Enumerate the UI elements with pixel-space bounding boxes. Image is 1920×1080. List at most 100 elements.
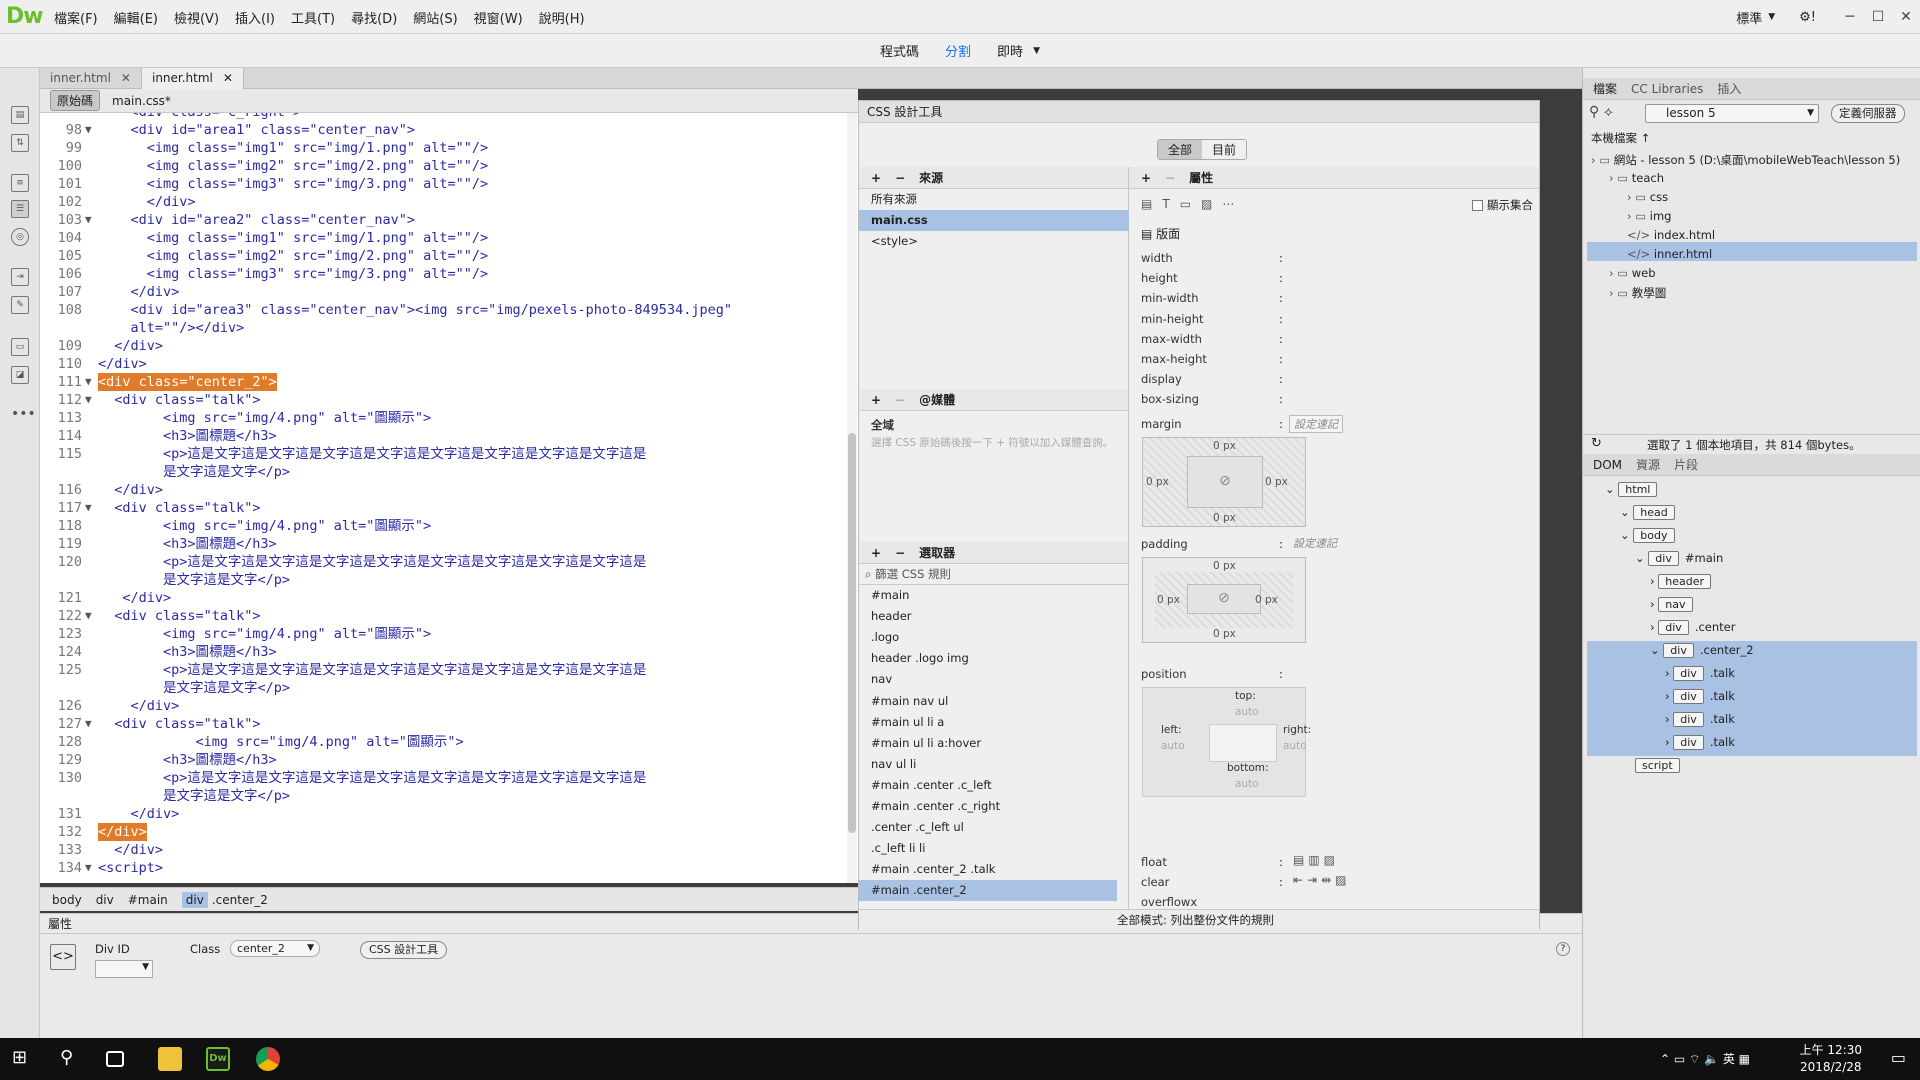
dom-node[interactable]: › div .center	[1650, 620, 1735, 635]
layout-prop-colon[interactable]: :	[1279, 291, 1283, 305]
view-live-button[interactable]: 即時	[997, 41, 1023, 60]
fold-arrow-icon[interactable]: ▼	[85, 859, 92, 877]
system-tray-icons[interactable]: ⌃ ▭ ⌔ 🔈 英 ▦	[1660, 1050, 1750, 1067]
chevron-icon[interactable]: ⌄	[1620, 528, 1633, 542]
file-tree-item[interactable]: › ▭ 教學圖	[1609, 285, 1666, 301]
dom-node[interactable]: › div .talk	[1665, 712, 1735, 727]
file-tree-item[interactable]: › ▭ teach	[1609, 171, 1664, 185]
position-left-value[interactable]: auto	[1161, 740, 1185, 752]
position-right-value[interactable]: auto	[1283, 740, 1307, 752]
layout-prop-colon[interactable]: :	[1279, 312, 1283, 326]
chevron-icon[interactable]: ⌄	[1620, 505, 1633, 519]
view-code-button[interactable]: 程式碼	[880, 41, 919, 60]
mode-all-button[interactable]: 全部	[1158, 140, 1203, 159]
clock[interactable]: 上午 12:30 2018/2/28	[1800, 1042, 1862, 1076]
dom-node[interactable]: › div .talk	[1665, 666, 1735, 681]
file-explorer-icon[interactable]	[158, 1047, 182, 1071]
source-all[interactable]: 所有來源	[859, 189, 1129, 210]
selector-item[interactable]: #main	[859, 585, 1117, 606]
media-global[interactable]: 全域	[871, 417, 894, 433]
dom-node[interactable]: › nav	[1650, 597, 1699, 612]
dom-node[interactable]: ⌄ div #main	[1635, 551, 1723, 566]
chevron-icon[interactable]: ⌄	[1650, 643, 1663, 657]
workspace-switcher[interactable]: 標準	[1736, 8, 1762, 27]
dom-node[interactable]: ⌄ head	[1620, 505, 1681, 520]
file-tree-item[interactable]: › ▭ img	[1627, 209, 1671, 223]
selector-item[interactable]: #main nav ul	[859, 691, 1117, 712]
main-css-file-link[interactable]: main.css*	[112, 94, 171, 108]
css-designer-button[interactable]: CSS 設計工具	[360, 941, 448, 959]
margin-shorthand-input[interactable]: 設定速記	[1289, 415, 1343, 433]
selector-item[interactable]: #main ul li a	[859, 712, 1117, 733]
code-icon[interactable]: <>	[50, 944, 76, 970]
maximize-icon[interactable]: ☐	[1864, 9, 1892, 25]
layout-prop-colon[interactable]: :	[1279, 392, 1283, 406]
remove-icon[interactable]: −	[895, 167, 905, 189]
remove-icon[interactable]: −	[1165, 167, 1175, 189]
task-view-icon[interactable]	[106, 1051, 124, 1067]
menu-item[interactable]: 說明(H)	[531, 8, 593, 27]
fold-arrow-icon[interactable]: ▼	[85, 121, 92, 139]
selector-item[interactable]: .c_left li li	[859, 838, 1117, 859]
menu-item[interactable]: 網站(S)	[405, 8, 465, 27]
menu-item[interactable]: 插入(I)	[227, 8, 283, 27]
menu-item[interactable]: 檢視(V)	[166, 8, 227, 27]
selector-filter-input[interactable]: ⌕ 篩選 CSS 規則	[859, 564, 1129, 585]
fold-arrow-icon[interactable]: ▼	[85, 499, 92, 517]
selector-item[interactable]: #main ul li a:hover	[859, 733, 1117, 754]
margin-top-value[interactable]: 0 px	[1213, 440, 1236, 452]
selector-item[interactable]: #main .center_2	[859, 880, 1117, 902]
layout-prop-colon[interactable]: :	[1279, 251, 1283, 265]
dom-node[interactable]: › div .talk	[1665, 735, 1735, 750]
tag-main[interactable]: #main	[128, 893, 168, 907]
selector-item[interactable]: header	[859, 606, 1117, 627]
float-icons[interactable]: ▤▥▨	[1293, 853, 1339, 867]
layout-prop-colon[interactable]: :	[1279, 372, 1283, 386]
class-select[interactable]: center_2 ▼	[230, 940, 320, 957]
selector-item[interactable]: #main .center .c_right	[859, 796, 1117, 817]
tag-div[interactable]: div	[96, 893, 114, 907]
selector-item[interactable]: header .logo img	[859, 648, 1117, 669]
tab-cc-libraries[interactable]: CC Libraries	[1631, 82, 1703, 96]
tab-files[interactable]: 檔案	[1593, 80, 1617, 97]
snippet-icon[interactable]: ◪	[11, 366, 29, 384]
windows-start-icon[interactable]: ⊞	[12, 1047, 36, 1071]
site-select[interactable]: lesson 5 ▼	[1645, 104, 1819, 123]
selector-item[interactable]: .logo	[859, 627, 1117, 648]
brush-icon[interactable]: ✎	[11, 296, 29, 314]
link-icon[interactable]: ⊘	[1218, 590, 1230, 606]
file-tree-item[interactable]: › ▭ web	[1609, 266, 1656, 280]
comment-icon[interactable]: ▭	[11, 338, 29, 356]
menu-item[interactable]: 視窗(W)	[466, 8, 531, 27]
dom-node[interactable]: script	[1635, 758, 1686, 773]
help-icon[interactable]: ?	[1556, 942, 1570, 956]
source-style[interactable]: <style>	[859, 231, 1129, 252]
indent-icon[interactable]: ⇥	[11, 268, 29, 286]
view-split-button[interactable]: 分割	[945, 41, 971, 60]
chevron-down-icon[interactable]: ▼	[1768, 12, 1775, 22]
notification-icon[interactable]: ▭	[1891, 1048, 1906, 1067]
file-tree-item[interactable]: </> inner.html	[1627, 247, 1712, 261]
sort-icon[interactable]: ⇅	[11, 134, 29, 152]
format-icon[interactable]: ☰	[11, 200, 29, 218]
tag-div-selected[interactable]: div	[181, 891, 208, 908]
show-set-checkbox[interactable]	[1472, 199, 1483, 211]
padding-left-value[interactable]: 0 px	[1157, 594, 1180, 606]
selector-item[interactable]: nav ul li	[859, 754, 1117, 775]
div-id-select[interactable]: ▼	[95, 960, 153, 978]
padding-bottom-value[interactable]: 0 px	[1213, 628, 1236, 640]
local-files-header[interactable]: 本機檔案 ↑	[1591, 130, 1650, 146]
tab-insert[interactable]: 插入	[1717, 80, 1741, 97]
more-icon[interactable]: •••	[11, 406, 36, 424]
source-code-button[interactable]: 原始碼	[50, 90, 101, 111]
chevron-down-icon[interactable]: ▼	[1033, 46, 1040, 56]
remove-icon[interactable]: −	[895, 542, 905, 564]
source-main-css[interactable]: main.css	[859, 210, 1129, 231]
fold-arrow-icon[interactable]: ▼	[85, 715, 92, 733]
file-tree-item[interactable]: </> index.html	[1627, 228, 1715, 242]
dom-node[interactable]: ⌄ div .center_2	[1650, 643, 1754, 658]
tab-assets[interactable]: 資源	[1636, 456, 1660, 473]
position-bottom-value[interactable]: auto	[1235, 778, 1259, 790]
document-icon[interactable]: ≡	[11, 174, 29, 192]
dom-node[interactable]: › div .talk	[1665, 689, 1735, 704]
